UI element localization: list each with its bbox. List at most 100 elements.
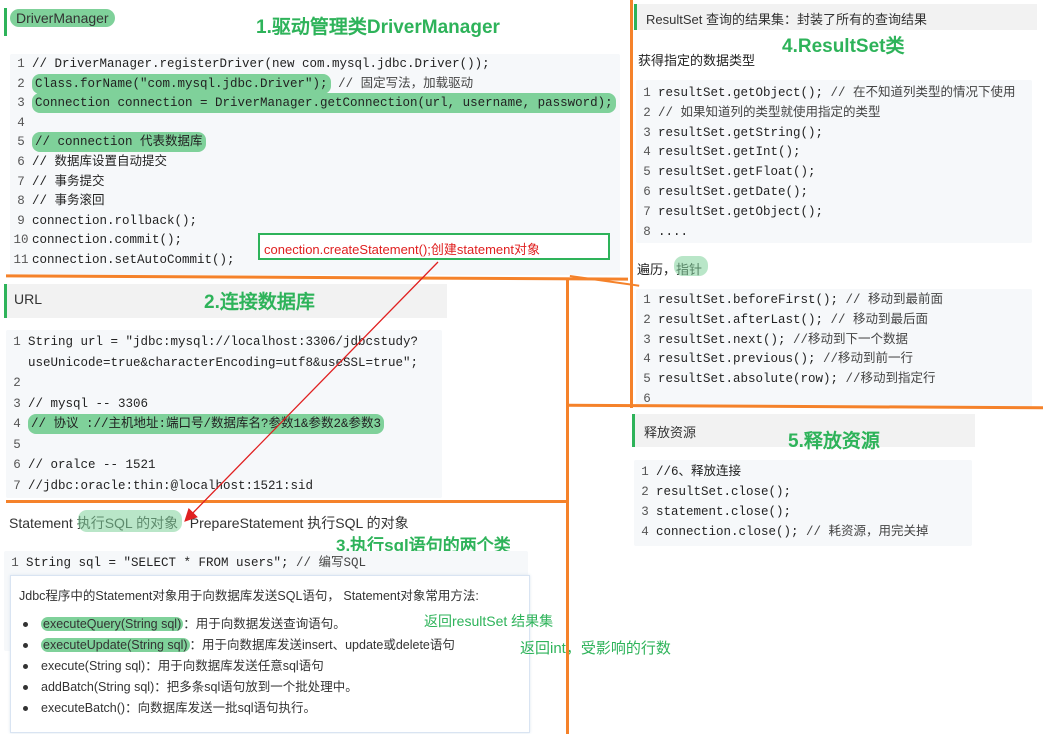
line-number: 2 <box>643 105 651 120</box>
code-line: 2 resultSet.close(); <box>634 482 791 502</box>
code-line: 2 resultSet.afterLast(); // 移动到最后面 <box>636 310 928 330</box>
code-line: 6 resultSet.getDate(); <box>636 182 808 202</box>
code-text: // DriverManager.registerDriver(new com.… <box>32 57 490 71</box>
code-text: resultSet.previous(); <box>658 352 816 367</box>
line-number: 5 <box>643 165 651 180</box>
statement-methods-card: Jdbc程序中的Statement对象用于向数据库发送SQL语句， Statem… <box>10 575 530 733</box>
line-number: 5 <box>643 372 651 387</box>
code-line: 7 //jdbc:oracle:thin:@localhost:1521:sid <box>6 476 313 496</box>
line-number: 3 <box>643 125 651 140</box>
code-line: 3 resultSet.next(); //移动到下一个数据 <box>636 330 908 350</box>
code-line: 10 connection.commit(); <box>10 230 182 250</box>
method-name: executeQuery(String sql) <box>41 617 184 631</box>
method-item: addBatch(String sql)：把多条sql语句放到一个批处理中。 <box>11 677 455 698</box>
method-item: executeUpdate(String sql) ：用于向数据库发送insert… <box>11 635 455 656</box>
code-text: resultSet.getInt(); <box>658 145 801 160</box>
line-number: 7 <box>13 478 21 493</box>
release-header: 释放资源 <box>644 425 697 440</box>
section-marker <box>4 8 7 36</box>
statement-header: Statement 执行SQL 的对象 PrepareStatement 执行S… <box>9 515 409 531</box>
method-desc: ：用于向数据库发送任意sql语句 <box>145 659 324 673</box>
code-text: connection.commit(); <box>32 233 183 248</box>
line-number: 2 <box>643 312 651 327</box>
code-text: // 事务提交 <box>32 174 105 189</box>
line-number: 8 <box>17 194 25 209</box>
code-text: // mysql -- 3306 <box>28 396 149 411</box>
url-panel: URL 2.连接数据库 1 String url = "jdbc:mysql://… <box>0 280 568 500</box>
method-desc: ：用于向数据发送查询语句。 <box>183 617 346 631</box>
code-text: Class.forName("com.mysql.jdbc.Driver"); <box>32 73 331 94</box>
code-line: 3 // mysql -- 3306 <box>6 394 148 414</box>
method-desc: ：向数据库发送一批sql语句执行。 <box>125 701 317 715</box>
divider-url-statement <box>6 500 568 503</box>
line-number: 8 <box>643 224 651 239</box>
code-line: 1 String sql = "SELECT * FROM users"; // … <box>11 556 367 570</box>
statement-highlight <box>78 510 182 532</box>
code-line: 2 // 如果知道列的类型就使用指定的类型 <box>636 103 880 123</box>
line-number: 4 <box>643 352 651 367</box>
line-number: 6 <box>643 185 651 199</box>
line-number: 1 <box>643 86 651 100</box>
line-number: 4 <box>643 145 651 160</box>
code-line: 2 Class.forName("com.mysql.jdbc.Driver");… <box>10 73 473 94</box>
code-line: 1 String url = "jdbc:mysql://localhost:33… <box>6 332 418 352</box>
code-text: useUnicode=true&characterEncoding=utf8&u… <box>28 355 419 370</box>
method-name: execute(String sql) <box>41 659 146 673</box>
code-line: 4 resultSet.getInt(); <box>636 142 801 162</box>
code-text: resultSet.beforeFirst(); <box>658 293 839 307</box>
code-line: 4 connection.close(); // 耗资源，用完关掉 <box>634 522 928 542</box>
code-text: // 数据库设置自动提交 <box>32 155 168 169</box>
line-number: 7 <box>17 174 25 189</box>
line-number: 11 <box>13 253 29 267</box>
line-number: 9 <box>17 213 25 228</box>
code-text: resultSet.close(); <box>656 485 792 499</box>
code-line: 1 resultSet.beforeFirst(); // 移动到最前面 <box>636 290 943 310</box>
code-text: resultSet.absolute(row); <box>658 372 839 387</box>
line-number: 4 <box>641 525 649 539</box>
code-line: 6 // oralce -- 1521 <box>6 455 156 475</box>
release-code-block: 1 //6、释放连接 2 resultSet.close(); 3 statement.c… <box>634 460 972 546</box>
code-text: resultSet.getObject(); <box>658 204 824 219</box>
code-text: connection.rollback(); <box>32 213 198 228</box>
url-header: URL <box>14 291 43 307</box>
code-line: 3 resultSet.getString(); <box>636 123 823 143</box>
code-text: // connection 代表数据库 <box>32 132 206 153</box>
code-comment: //移动到前一行 <box>815 352 914 367</box>
method-item: executeQuery(String sql) ：用于向数据发送查询语句。 <box>11 614 455 635</box>
line-number: 10 <box>13 233 29 248</box>
method-item: executeBatch()：向数据库发送一批sql语句执行。 <box>11 698 455 719</box>
code-line: 5 resultSet.getFloat(); <box>636 162 815 182</box>
statement-intro: Jdbc程序中的Statement对象用于向数据库发送SQL语句， Statem… <box>19 589 479 603</box>
line-number: 1 <box>641 465 649 479</box>
line-number: 2 <box>13 376 21 390</box>
code-comment: // 在不知道列类型的情况下使用 <box>823 86 1016 100</box>
release-title: 5.释放资源 <box>788 431 880 452</box>
method-desc: ：用于向数据库发送insert、update或delete语句 <box>189 638 455 652</box>
line-number: 4 <box>17 115 25 130</box>
code-line: 2 <box>6 373 28 393</box>
method-name: executeUpdate(String sql) <box>41 638 190 652</box>
line-number: 1 <box>13 335 21 349</box>
code-text: connection.close(); <box>656 525 799 539</box>
resultset-traverse-code: 1 resultSet.beforeFirst(); // 移动到最前面 2 resu… <box>636 289 1032 407</box>
code-text: .... <box>658 224 689 239</box>
code-line: 4 <box>10 113 32 133</box>
method-item: execute(String sql)：用于向数据库发送任意sql语句 <box>11 656 455 677</box>
code-text: resultSet.afterLast(); <box>658 312 824 327</box>
code-line: 9 connection.rollback(); <box>10 211 197 231</box>
code-text: // 事务滚回 <box>32 194 105 209</box>
code-text: // 协议 ://主机地址:端口号/数据库名?参数1&参数2&参数3 <box>28 414 385 434</box>
code-text: statement.close(); <box>656 505 792 519</box>
url-code-block: 1 String url = "jdbc:mysql://localhost:33… <box>6 330 442 498</box>
statement-method-list: executeQuery(String sql) ：用于向数据发送查询语句。 exe… <box>11 614 455 719</box>
resultset-panel: ResultSet 查询的结果集：封装了所有的查询结果 4.ResultSet类… <box>632 0 1043 410</box>
line-number: 5 <box>17 135 25 150</box>
code-text: Connection connection = DriverManager.ge… <box>32 93 616 114</box>
code-text: // oralce -- 1521 <box>28 458 156 472</box>
driver-manager-header: DriverManager <box>10 9 115 27</box>
code-text: //6、释放连接 <box>656 465 742 479</box>
code-text: resultSet.next(); <box>658 332 786 347</box>
line-number: 7 <box>643 204 651 219</box>
code-line: 7 resultSet.getObject(); <box>636 202 823 222</box>
divider-vertical-mid <box>566 278 569 734</box>
